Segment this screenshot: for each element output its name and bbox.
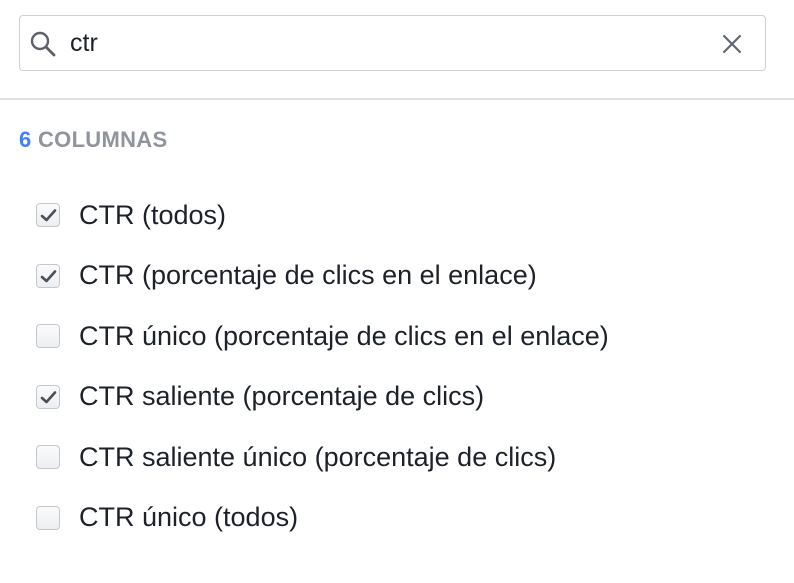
option-label: CTR único (porcentaje de clics en el enl… — [79, 320, 609, 351]
divider — [0, 98, 794, 100]
checkbox[interactable] — [36, 203, 60, 228]
search-input[interactable] — [70, 26, 700, 60]
close-icon[interactable] — [721, 33, 743, 55]
search-icon — [29, 30, 57, 58]
section-title: COLUMNAS — [37, 127, 168, 152]
search-box[interactable] — [19, 15, 766, 71]
check-icon — [40, 209, 57, 222]
column-option-list: CTR (todos) CTR (porcentaje de clics en … — [36, 185, 609, 548]
column-option[interactable]: CTR (todos) — [36, 185, 609, 246]
checkbox[interactable] — [36, 384, 60, 409]
check-icon — [40, 390, 57, 404]
option-label: CTR único (todos) — [79, 502, 299, 533]
column-option[interactable]: CTR único (porcentaje de clics en el enl… — [36, 306, 609, 367]
check-icon — [40, 269, 57, 283]
checkbox[interactable] — [36, 324, 60, 349]
column-option[interactable]: CTR único (todos) — [36, 488, 609, 549]
option-label: CTR saliente (porcentaje de clics) — [79, 381, 485, 412]
option-label: CTR (todos) — [79, 199, 227, 230]
checkbox[interactable] — [36, 445, 60, 470]
checkbox[interactable] — [36, 263, 60, 288]
column-option[interactable]: CTR saliente único (porcentaje de clics) — [36, 427, 609, 488]
option-label: CTR (porcentaje de clics en el enlace) — [79, 260, 537, 291]
section-header: 6 COLUMNAS — [19, 127, 167, 153]
result-count: 6 — [19, 127, 32, 152]
column-option[interactable]: CTR (porcentaje de clics en el enlace) — [36, 246, 609, 307]
option-label: CTR saliente único (porcentaje de clics) — [79, 441, 557, 472]
checkbox[interactable] — [36, 505, 60, 530]
column-option[interactable]: CTR saliente (porcentaje de clics) — [36, 367, 609, 428]
